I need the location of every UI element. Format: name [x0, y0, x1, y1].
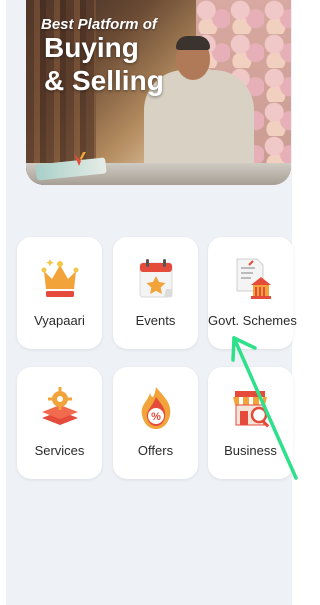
government-document-icon	[236, 258, 271, 299]
promo-banner[interactable]: Best Platform of Buying & Selling	[26, 0, 291, 185]
storefront-search-icon	[232, 391, 269, 428]
calendar-star-icon	[139, 259, 172, 298]
banner-headline-line-1: Buying	[44, 32, 139, 63]
crown-icon	[41, 259, 78, 297]
tile-vyapaari[interactable]: Vyapaari	[17, 237, 102, 349]
banner-person-hair	[176, 36, 210, 50]
svg-text:%: %	[151, 411, 161, 423]
brand-logo-icon	[74, 152, 86, 166]
app-screen: Best Platform of Buying & Selling Vyapaa…	[6, 0, 297, 605]
tile-label: Events	[135, 313, 176, 328]
tile-label: Vyapaari	[34, 313, 85, 328]
banner-headline-line-2: & Selling	[44, 65, 164, 96]
tile-label: Services	[34, 443, 85, 458]
tile-label: Offers	[137, 443, 174, 458]
percent-flame-icon: %	[141, 387, 170, 429]
tile-label: Business	[224, 443, 277, 458]
banner-tagline: Best Platform of	[41, 16, 157, 33]
tile-services[interactable]: Services	[17, 367, 102, 479]
tile-business[interactable]: Business	[208, 367, 293, 479]
tile-label: Govt. Schemes	[208, 313, 297, 328]
layered-stack-gear-icon	[41, 387, 78, 425]
tile-offers[interactable]: % Offers	[113, 367, 198, 479]
tile-events[interactable]: Events	[113, 237, 198, 349]
tile-govt-schemes[interactable]: Govt. Schemes	[208, 237, 297, 349]
